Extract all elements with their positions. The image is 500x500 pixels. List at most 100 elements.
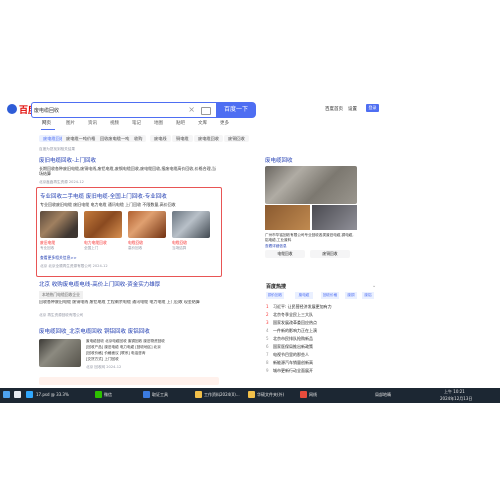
filter-pill[interactable]: 废铜回收: [224, 135, 249, 142]
hot-item-text: 习近平: 让民营经济发展更加有力: [273, 304, 332, 309]
folder-icon[interactable]: [195, 391, 202, 398]
login-button[interactable]: 登录: [366, 104, 379, 112]
result-1-snippet: 长期回收各种废旧电缆,废铜电线,废铝电缆,废钢电缆回收,废电缆回收,报废电缆高价…: [39, 166, 216, 176]
hot-rank: 3: [266, 320, 269, 325]
weather-status[interactable]: 局部地晴: [375, 392, 391, 398]
app-icon[interactable]: [300, 391, 307, 398]
hot-item[interactable]: 6 国家医保局推出新政策: [266, 344, 313, 350]
result-3-meta: 北京 再生资源回收有限公司: [39, 313, 84, 317]
clear-icon[interactable]: ×: [188, 105, 195, 115]
tab-web[interactable]: 网页: [42, 120, 51, 126]
hot-item[interactable]: 1 习近平: 让民营经济发展更加有力: [266, 304, 332, 310]
search-icon[interactable]: [14, 391, 21, 398]
tab-more[interactable]: 更多: [220, 120, 229, 126]
hot-item-text: 电视节目里的那些人: [273, 352, 309, 357]
chevron-down-icon[interactable]: ⌄: [372, 283, 376, 289]
folder-icon[interactable]: [248, 391, 255, 398]
search-button[interactable]: 百度一下: [216, 102, 256, 118]
tab-video[interactable]: 视频: [110, 120, 119, 126]
result-2-meta: 北京 北京全顺再生资源有限公司 2024-12: [40, 264, 108, 268]
result-2-thumb-2[interactable]: [84, 211, 122, 238]
active-tab-indicator: [41, 129, 55, 130]
hot-item-text: 新能源汽车销量创新高: [273, 360, 313, 365]
knowledge-title[interactable]: 废电缆回收: [265, 156, 293, 164]
hot-tag[interactable]: 废电缆: [295, 292, 313, 299]
result-2-thumb-3-sub: 高价回收: [128, 246, 143, 250]
paw-icon: [7, 104, 17, 114]
hot-rank: 1: [266, 304, 269, 309]
result-4-thumb[interactable]: [39, 339, 81, 367]
filter-pill[interactable]: 铜电缆: [172, 135, 193, 142]
hot-search-title[interactable]: 百度热搜: [266, 283, 286, 290]
tab-notes[interactable]: 笔记: [132, 120, 141, 126]
taskbar-app-network[interactable]: 网线: [309, 392, 317, 398]
hot-item[interactable]: 2 北京冬季全民上三大队: [266, 312, 313, 318]
tab-wenku[interactable]: 文库: [198, 120, 207, 126]
taskbar-app-wechat[interactable]: 微信: [104, 392, 112, 398]
taskbar-app-folder[interactable]: 华硕文件夹(外): [257, 392, 295, 398]
result-2-thumb-3[interactable]: [128, 211, 166, 238]
knowledge-action-button[interactable]: 电缆回收: [265, 250, 305, 258]
result-1-title[interactable]: 废旧电缆回收-上门回收: [39, 156, 219, 164]
hot-item-text: 一件新的影响力正在上演: [273, 328, 317, 333]
knowledge-action-button[interactable]: 废铜回收: [310, 250, 350, 258]
hot-item[interactable]: 5 北京市民排队抢购新品: [266, 336, 313, 342]
result-2-thumb-1[interactable]: [40, 211, 78, 238]
knowledge-main-image[interactable]: [265, 166, 357, 204]
result-3-badge: 本地热门电缆回收企业: [39, 291, 83, 299]
result-4-title[interactable]: 废电缆回收_北京电缆回收 铜铝回收 废铝回收: [39, 327, 219, 335]
wechat-icon[interactable]: [95, 391, 102, 398]
hot-rank: 5: [266, 336, 269, 341]
hot-tag[interactable]: 铜价回收: [266, 292, 284, 299]
hot-tag[interactable]: 回收价格: [321, 292, 339, 299]
hot-tag[interactable]: 废铜: [345, 292, 357, 299]
hot-rank: 6: [266, 344, 269, 349]
hot-item[interactable]: 4 一件新的影响力正在上演: [266, 328, 317, 334]
result-4-line: [交货方式] 上门回收: [86, 357, 119, 361]
result-2-title[interactable]: 专业回收二手电缆 废旧电缆-全国上门回收-专业回收: [40, 192, 218, 200]
hot-item-text: 国家发展改革委回应热点: [273, 320, 317, 325]
taskbar-app-tool[interactable]: 取证工具: [152, 392, 168, 398]
knowledge-link[interactable]: 查看详细信息: [265, 244, 287, 249]
clock-date[interactable]: 2024年12月13日: [440, 396, 472, 402]
windows-start-icon[interactable]: [3, 391, 10, 398]
tab-images[interactable]: 图片: [66, 120, 75, 126]
settings-link[interactable]: 设置: [348, 106, 357, 112]
taskbar-app-photoshop[interactable]: 17.psd @ 33.3%: [36, 392, 69, 397]
hot-item[interactable]: 8 新能源汽车销量创新高: [266, 360, 313, 366]
clock-time[interactable]: 上午 10:21: [444, 389, 465, 395]
filter-pill[interactable]: 废电线: [150, 135, 171, 142]
hot-item[interactable]: 3 国家发展改革委回应热点: [266, 320, 317, 326]
result-2-snippet: 专业回收废旧电缆 废旧电缆 电力电缆 通讯电缆 上门回收 不限数量,高价回收: [40, 202, 176, 207]
tab-tieba[interactable]: 贴吧: [176, 120, 185, 126]
filter-pill[interactable]: 废电缆回收: [194, 135, 223, 142]
hot-rank: 9: [266, 368, 269, 373]
result-4-line: [回收产品] 废旧电缆 电力电缆 [回收地区] 北京: [86, 345, 161, 349]
filter-pill[interactable]: 回收废电缆一吨: [96, 135, 134, 142]
search-input[interactable]: [34, 103, 184, 117]
result-3-snippet: 回收各种废旧电缆 废铜电线 废铝电缆 工程剩余电缆 通讯电缆 电力电缆 上门回收…: [39, 300, 200, 304]
hot-item[interactable]: 7 电视节目里的那些人: [266, 352, 309, 358]
result-1-meta: 北京鑫鑫再生资源 2024-12: [39, 180, 84, 184]
tab-map[interactable]: 地图: [154, 120, 163, 126]
taskbar-app-folder[interactable]: 工作资料2024(0)...: [204, 392, 244, 398]
filter-pill[interactable]: 收购: [130, 135, 147, 142]
tool-icon[interactable]: [143, 391, 150, 398]
tab-news[interactable]: 资讯: [88, 120, 97, 126]
result-2-more-link[interactable]: 查看更多相关信息>>: [40, 255, 77, 261]
hot-item[interactable]: 9 城市更新行动全面展开: [266, 368, 313, 374]
camera-icon[interactable]: [201, 107, 211, 115]
hot-tag[interactable]: 废铝: [362, 292, 374, 299]
knowledge-image[interactable]: [312, 205, 357, 230]
hot-item-text: 国家医保局推出新政策: [273, 344, 313, 349]
filter-pill[interactable]: 废电缆一吨价格: [62, 135, 100, 142]
result-4-line: 废电缆回收 北京电缆回收 废铜回收 废旧物资回收: [86, 339, 165, 343]
photoshop-icon[interactable]: [26, 391, 33, 398]
result-2-thumb-4[interactable]: [172, 211, 210, 238]
result-4-meta: 北京 回收网 2024-12: [86, 365, 122, 369]
result-2-thumb-1-sub: 专业回收: [40, 246, 55, 250]
hot-rank: 7: [266, 352, 269, 357]
result-3-title[interactable]: 北京 收购废电缆电线-高价上门回收-资金实力雄厚: [39, 280, 219, 288]
baidu-home-link[interactable]: 百度首页: [325, 106, 343, 112]
knowledge-image[interactable]: [265, 205, 310, 230]
